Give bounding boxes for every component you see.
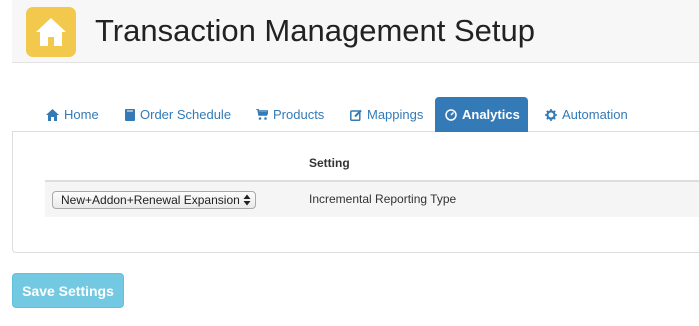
select-value: New+Addon+Renewal Expansion [61, 193, 240, 207]
tab-order-schedule[interactable]: Order Schedule [115, 97, 241, 132]
tab-label: Order Schedule [140, 107, 232, 122]
save-settings-button[interactable]: Save Settings [12, 273, 124, 308]
home-icon [36, 18, 66, 46]
table-row: New+Addon+Renewal Expansion Incremental … [45, 182, 699, 217]
tab-label: Analytics [462, 107, 520, 122]
tab-label: Home [64, 107, 99, 122]
cart-icon [256, 109, 268, 120]
analytics-panel: Setting New+Addon+Renewal Expansion Incr… [12, 132, 699, 253]
tab-label: Automation [562, 107, 628, 122]
select-arrows-icon [243, 194, 251, 206]
tab-mappings[interactable]: Mappings [340, 97, 433, 132]
tab-analytics[interactable]: Analytics [435, 97, 528, 132]
tab-automation[interactable]: Automation [535, 97, 638, 132]
gear-icon [545, 108, 557, 121]
home-icon [46, 108, 59, 121]
app-logo [26, 7, 76, 57]
table-header: Setting [45, 144, 699, 182]
page-title: Transaction Management Setup [95, 13, 535, 48]
book-icon [125, 108, 135, 121]
tab-label: Products [273, 107, 325, 122]
tab-home[interactable]: Home [36, 97, 109, 132]
edit-icon [350, 109, 362, 121]
tab-bar: Home Order Schedule Products Mappings An… [12, 97, 699, 132]
reporting-type-select[interactable]: New+Addon+Renewal Expansion [52, 191, 256, 209]
setting-name: Incremental Reporting Type [309, 192, 457, 206]
tab-products[interactable]: Products [246, 97, 334, 132]
page-header: Transaction Management Setup [12, 0, 699, 63]
dashboard-icon [445, 108, 457, 121]
column-header-setting: Setting [309, 156, 350, 170]
tab-label: Mappings [367, 107, 424, 122]
